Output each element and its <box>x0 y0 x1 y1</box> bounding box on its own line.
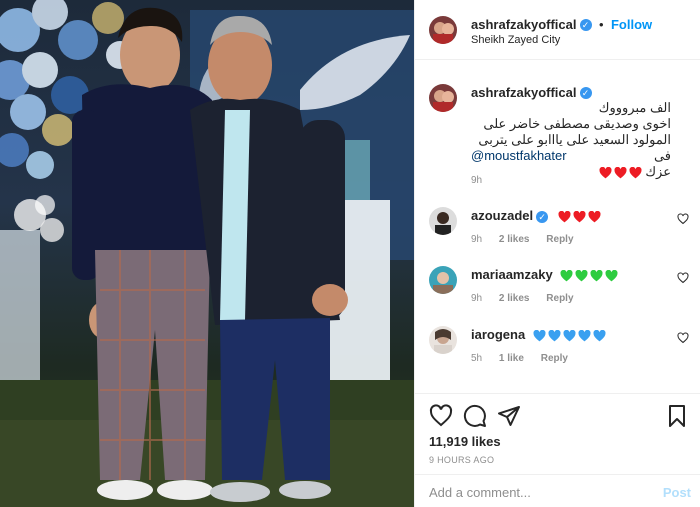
comment-likes[interactable]: 1 like <box>499 353 524 364</box>
caption-mention-link[interactable]: @moustfakhater <box>471 148 567 163</box>
comment-likes[interactable]: 2 likes <box>499 234 530 245</box>
party-photo <box>0 0 414 507</box>
caption-line-text: عزك <box>645 164 671 179</box>
caption-line: عزك <box>471 164 671 180</box>
caption-text: الف مبروووك اخوى وصديقى مصطفى خاضر على ا… <box>471 100 671 180</box>
caption-line: الف مبروووك <box>598 100 671 115</box>
commenter-username[interactable]: azouzadel <box>471 208 533 223</box>
comment-time[interactable]: 5h <box>471 353 482 364</box>
commenter-avatar[interactable] <box>429 207 457 235</box>
author-username[interactable]: ashrafzakyoffical <box>471 17 577 32</box>
comment-body: azouzadel ✓ 9h 2 likes Reply <box>471 207 671 245</box>
likes-count[interactable]: 11,919 likes <box>429 434 501 449</box>
like-comment-heart-icon[interactable] <box>677 332 689 344</box>
verified-badge-icon: ✓ <box>536 210 549 223</box>
post-actions: 11,919 likes 9 HOURS AGO Add a comment..… <box>415 393 700 507</box>
instagram-post: ashrafzakyoffical ✓ • Follow Sheikh Zayed… <box>0 0 700 507</box>
reply-button[interactable]: Reply <box>546 234 573 245</box>
comment-item: mariaamzaky 9h 2 likes Reply <box>429 266 689 306</box>
green-hearts-emoji <box>558 267 618 282</box>
red-hearts-emoji <box>556 208 601 223</box>
commenter-username[interactable]: iarogena <box>471 327 525 342</box>
red-hearts-emoji <box>597 164 642 179</box>
post-photo[interactable] <box>0 0 414 507</box>
add-comment-input[interactable]: Add a comment... <box>429 485 531 500</box>
heart-icon[interactable] <box>429 404 453 428</box>
post-side-panel: ashrafzakyoffical ✓ • Follow Sheikh Zayed… <box>414 0 700 507</box>
author-avatar[interactable] <box>429 16 457 44</box>
caption-time[interactable]: 9h <box>471 175 482 186</box>
caption-author-avatar[interactable] <box>429 84 457 112</box>
comment-item: iarogena 5h 1 like Reply <box>429 326 689 366</box>
blue-hearts-emoji <box>531 327 606 342</box>
comment-time[interactable]: 9h <box>471 234 482 245</box>
comment-icon[interactable] <box>463 404 487 428</box>
post-time-ago[interactable]: 9 HOURS AGO <box>429 455 494 465</box>
post-comment-button[interactable]: Post <box>663 485 691 500</box>
follow-button[interactable]: Follow <box>611 17 652 32</box>
like-comment-heart-icon[interactable] <box>677 272 689 284</box>
caption-author-username[interactable]: ashrafzakyoffical <box>471 85 577 100</box>
reply-button[interactable]: Reply <box>546 293 573 304</box>
comment-body: mariaamzaky 9h 2 likes Reply <box>471 266 671 304</box>
comment-time[interactable]: 9h <box>471 293 482 304</box>
like-comment-heart-icon[interactable] <box>677 213 689 225</box>
commenter-avatar[interactable] <box>429 266 457 294</box>
commenter-username[interactable]: mariaamzaky <box>471 267 553 282</box>
verified-badge-icon: ✓ <box>579 86 592 99</box>
post-location[interactable]: Sheikh Zayed City <box>471 34 560 46</box>
bookmark-icon[interactable] <box>665 404 689 428</box>
commenter-avatar[interactable] <box>429 326 457 354</box>
comment-composer: Add a comment... Post <box>415 474 700 507</box>
caption-line: اخوى وصديقى مصطفى خاضر على <box>483 116 671 131</box>
verified-badge-icon: ✓ <box>579 18 592 31</box>
reply-button[interactable]: Reply <box>541 353 568 364</box>
follow-separator: • <box>598 17 604 32</box>
comment-body: iarogena 5h 1 like Reply <box>471 326 671 364</box>
comment-item: azouzadel ✓ 9h 2 likes Reply <box>429 207 689 247</box>
share-icon[interactable] <box>497 404 521 428</box>
post-header: ashrafzakyoffical ✓ • Follow Sheikh Zayed… <box>415 0 700 60</box>
comment-likes[interactable]: 2 likes <box>499 293 530 304</box>
